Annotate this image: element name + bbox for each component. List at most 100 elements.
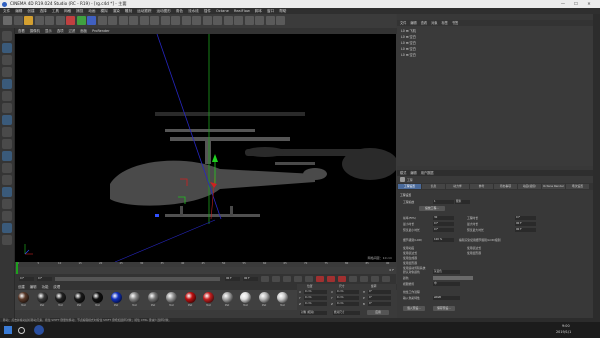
- attribute-menu-item[interactable]: 编辑: [410, 171, 416, 175]
- input-color-select[interactable]: sRGB: [433, 296, 460, 300]
- attribute-field[interactable]: 90 F: [515, 228, 536, 232]
- menu-item[interactable]: 创建: [27, 9, 34, 13]
- menu-item[interactable]: 脚本: [255, 9, 262, 13]
- attribute-field[interactable]: 0 F: [433, 222, 454, 226]
- material-swatch[interactable]: [221, 292, 233, 303]
- attribute-tab[interactable]: 动力学: [446, 184, 469, 189]
- toolbar-button[interactable]: [139, 16, 149, 25]
- menu-item[interactable]: 选择: [40, 9, 47, 13]
- left-tool-button[interactable]: [2, 103, 12, 113]
- timeline-playhead[interactable]: [16, 262, 18, 274]
- menu-item[interactable]: 网格: [64, 9, 71, 13]
- left-tool-button[interactable]: [2, 127, 12, 137]
- playback-button[interactable]: [261, 276, 269, 282]
- toolbar-button[interactable]: [244, 16, 254, 25]
- playback-button[interactable]: [305, 276, 313, 282]
- scale-project-button[interactable]: 缩放工程...: [419, 206, 445, 211]
- lod-field[interactable]: 100 %: [433, 238, 454, 242]
- toolbar-button[interactable]: [150, 16, 159, 25]
- toolbar-button[interactable]: [202, 16, 212, 25]
- toolbar-button[interactable]: [76, 16, 86, 25]
- maximize-button[interactable]: ☐: [571, 0, 581, 8]
- menu-item[interactable]: 帮助: [279, 9, 286, 13]
- object-menu-item[interactable]: 文件: [400, 21, 406, 25]
- coord-mode-select[interactable]: 对象 (相对): [300, 311, 327, 315]
- material-swatch[interactable]: [110, 292, 122, 303]
- menu-item[interactable]: 动画: [88, 9, 95, 13]
- material-menu-item[interactable]: 功能: [42, 285, 49, 289]
- toolbar-button[interactable]: [213, 16, 222, 25]
- material-swatch[interactable]: [166, 292, 177, 303]
- attribute-tab[interactable]: 工程设置: [398, 184, 421, 189]
- toolbar-button[interactable]: [181, 16, 191, 25]
- playback-button[interactable]: [283, 276, 291, 282]
- attribute-checkbox[interactable]: 使用表达式: [403, 251, 417, 255]
- viewport-menu-item[interactable]: 查看: [18, 29, 25, 33]
- attribute-field[interactable]: 0 F: [515, 216, 536, 220]
- viewport-menu-item[interactable]: 面板: [80, 29, 87, 33]
- size-mode-select[interactable]: 绝对尺寸: [333, 311, 360, 315]
- max-frame-field[interactable]: 90 F: [225, 277, 240, 281]
- menu-item[interactable]: 编辑: [15, 9, 22, 13]
- position-field[interactable]: 0 cm: [304, 296, 327, 300]
- attribute-checkbox[interactable]: 使用表达式: [467, 246, 481, 250]
- attribute-checkbox[interactable]: 使用动画: [403, 246, 414, 250]
- toolbar-button[interactable]: [24, 16, 33, 25]
- rotation-field[interactable]: 0°: [368, 296, 391, 300]
- object-menu-item[interactable]: 对象: [431, 21, 437, 25]
- menu-item[interactable]: 插件: [204, 9, 211, 13]
- range-slider[interactable]: [55, 277, 220, 281]
- color-swatch[interactable]: [433, 276, 473, 280]
- left-tool-button[interactable]: [2, 55, 12, 65]
- toolbar-button[interactable]: [66, 16, 75, 25]
- minimize-button[interactable]: —: [558, 0, 568, 8]
- 3d-viewport[interactable]: 网格间距：10 cm: [15, 34, 396, 262]
- material-swatch[interactable]: [18, 292, 29, 303]
- material-swatch[interactable]: [73, 292, 85, 303]
- left-tool-button[interactable]: [2, 139, 12, 149]
- object-row[interactable]: L0 ⊞ 空白: [401, 53, 589, 58]
- object-menu-item[interactable]: 标签: [442, 21, 448, 25]
- attribute-tab[interactable]: 参考: [470, 184, 493, 189]
- apply-button[interactable]: 应用: [367, 310, 389, 315]
- menu-item[interactable]: 运动跟踪: [137, 9, 151, 13]
- playback-button[interactable]: [371, 276, 379, 282]
- size-field[interactable]: 0 cm: [336, 302, 359, 306]
- object-row[interactable]: L0 ⊞ 空白: [401, 41, 589, 46]
- left-tool-button[interactable]: [2, 235, 12, 245]
- left-tool-button[interactable]: [2, 175, 12, 185]
- left-tool-button[interactable]: [2, 79, 12, 89]
- menu-item[interactable]: 文件: [3, 9, 10, 13]
- c4d-taskbar-icon[interactable]: [34, 325, 44, 335]
- toolbar-button[interactable]: [160, 16, 170, 25]
- left-tool-button[interactable]: [2, 115, 12, 125]
- toolbar-button[interactable]: [97, 16, 107, 25]
- object-row[interactable]: L0 ⊞ 空白: [401, 35, 589, 40]
- position-field[interactable]: 0 cm: [304, 290, 327, 294]
- viewport-menu-item[interactable]: 选项: [57, 29, 64, 33]
- attribute-checkbox[interactable]: 使用生成器: [403, 256, 417, 260]
- toolbar-button[interactable]: [265, 16, 275, 25]
- material-swatch[interactable]: [55, 292, 66, 303]
- playback-button[interactable]: [349, 276, 357, 282]
- material-menu-item[interactable]: 纹理: [53, 285, 60, 289]
- viewport-menu-item[interactable]: 显示: [45, 29, 52, 33]
- attribute-tab[interactable]: 场次设置: [566, 184, 589, 189]
- rotation-field[interactable]: 0°: [368, 290, 391, 294]
- attribute-menu-item[interactable]: 用户数据: [421, 171, 434, 175]
- end-frame-field[interactable]: 90 F: [243, 277, 258, 281]
- object-row[interactable]: L0 ⊞ 飞机: [401, 29, 589, 34]
- menu-item[interactable]: 模拟: [101, 9, 108, 13]
- viewport-menu-item[interactable]: 过滤: [69, 29, 76, 33]
- menu-item[interactable]: 雕刻: [125, 9, 132, 13]
- material-menu-item[interactable]: 创建: [18, 285, 25, 289]
- menu-item[interactable]: RealFlow: [234, 9, 250, 13]
- load-preset-button[interactable]: 载入预设...: [403, 306, 425, 311]
- size-field[interactable]: 0 cm: [336, 290, 359, 294]
- attribute-tab[interactable]: 信息: [422, 184, 445, 189]
- toolbar-button[interactable]: [45, 16, 54, 25]
- left-tool-button[interactable]: [2, 91, 12, 101]
- material-swatch[interactable]: [277, 292, 288, 303]
- default-color-select[interactable]: 灰蓝色: [433, 270, 460, 274]
- scale-unit-select[interactable]: 厘米: [455, 200, 470, 204]
